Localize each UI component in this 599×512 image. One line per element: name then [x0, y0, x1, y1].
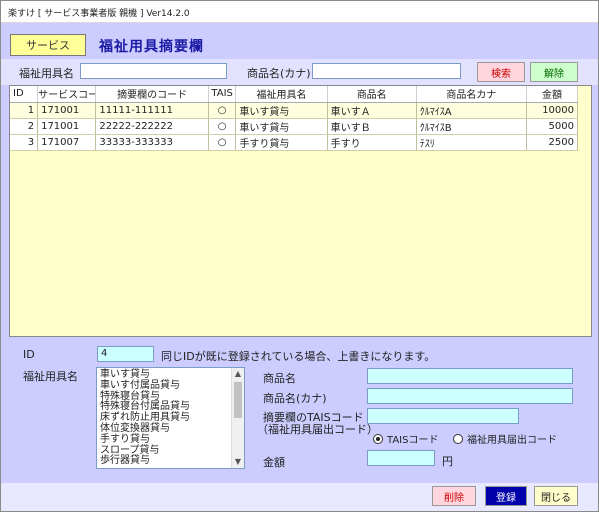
- table-row[interactable]: 3 171007 33333-333333 ○ 手すり貸与 手すり ﾃｽﾘ 2500: [10, 134, 578, 151]
- col-price-header[interactable]: 金額: [526, 86, 578, 103]
- id-input[interactable]: 4: [97, 346, 154, 362]
- col-id-cell: 2: [10, 118, 39, 135]
- table-body: 1 171001 11111-111111 ○ 車いす貸与 車いすＡ ｸﾙﾏｲｽA 10000…: [10, 102, 578, 151]
- app-window: 楽すけ [ サービス事業者版 親機 ] Ver14.2.0 サービス 福祉用具摘…: [0, 0, 599, 512]
- col-product-kana-header[interactable]: 商品名カナ: [416, 86, 528, 103]
- col-product-name-cell: 車いすＢ: [327, 118, 417, 135]
- col-product-name-header[interactable]: 商品名: [327, 86, 417, 103]
- product-label: 商品名: [263, 372, 296, 385]
- radio-tais-code[interactable]: TAISコード: [373, 431, 438, 446]
- col-product-kana-cell: ｸﾙﾏｲｽB: [416, 118, 528, 135]
- close-button[interactable]: 閉じる: [534, 486, 578, 506]
- kana-input[interactable]: [367, 388, 573, 404]
- search-kana-input[interactable]: [312, 63, 461, 79]
- col-id-header[interactable]: ID: [10, 86, 39, 103]
- tais-sub-label: （福祉用具届出コード）: [257, 423, 378, 436]
- col-service-code-cell: 171007: [37, 134, 97, 151]
- scroll-up-icon[interactable]: ▲: [232, 368, 244, 380]
- clear-button[interactable]: 解除: [530, 62, 578, 82]
- page-title: 福祉用具摘要欄: [99, 39, 204, 55]
- col-tais-header[interactable]: TAIS: [208, 86, 237, 103]
- service-button[interactable]: サービス: [10, 34, 86, 56]
- welfare-listbox[interactable]: 車いす貸与 車いす付属品貸与 特殊寝台貸与 特殊寝台付属品貸与 床ずれ防止用具貸与 体位変…: [96, 367, 245, 469]
- window-title: 楽すけ [ サービス事業者版 親機 ] Ver14.2.0: [8, 9, 190, 19]
- list-item[interactable]: 手すり貸与: [100, 434, 228, 446]
- col-summary-code-cell: 22222-222222: [95, 118, 209, 135]
- col-price-cell: 5000: [526, 118, 578, 135]
- col-product-kana-cell: ﾃｽﾘ: [416, 134, 528, 151]
- col-price-cell: 2500: [526, 134, 578, 151]
- col-service-code-header[interactable]: サービスコード: [37, 86, 97, 103]
- col-product-name-cell: 車いすＡ: [327, 102, 417, 119]
- col-welfare-name-cell: 車いす貸与: [235, 102, 328, 119]
- list-item[interactable]: 車いす付属品貸与: [100, 380, 228, 392]
- product-table: IDサービスコード摘要欄のコードTAIS福祉用具名商品名商品名カナ金額 1171…: [10, 86, 578, 151]
- kana-label: 商品名(カナ): [263, 392, 327, 405]
- radio-welfare-label: 福祉用具届出コード: [467, 435, 557, 446]
- col-welfare-name-header[interactable]: 福祉用具名: [235, 86, 328, 103]
- search-product-input[interactable]: [80, 63, 227, 79]
- search-button[interactable]: 検索: [477, 62, 525, 82]
- title-bar: 楽すけ [ サービス事業者版 親機 ] Ver14.2.0: [1, 1, 598, 23]
- scroll-down-icon[interactable]: ▼: [232, 456, 244, 468]
- col-id-cell: 3: [10, 134, 39, 151]
- radio-welfare-code[interactable]: 福祉用具届出コード: [453, 431, 557, 446]
- col-product-name-cell: 手すり: [327, 134, 417, 151]
- radio-tais-dot: [373, 433, 383, 444]
- price-input[interactable]: [367, 450, 435, 466]
- col-summary-code-cell: 11111-111111: [95, 102, 209, 119]
- col-welfare-name-cell: 車いす貸与: [235, 118, 328, 135]
- col-tais-cell: ○: [208, 134, 237, 151]
- header-band: [1, 23, 598, 59]
- col-service-code-cell: 171001: [37, 118, 97, 135]
- scroll-thumb[interactable]: [234, 382, 242, 418]
- col-summary-code-cell: 33333-333333: [95, 134, 209, 151]
- id-label: ID: [23, 348, 35, 361]
- id-overwrite-note: 同じIDが既に登録されている場合、上書きになります。: [161, 350, 436, 363]
- listbox-scrollbar[interactable]: ▲ ▼: [231, 368, 244, 468]
- search-product-label: 福祉用具名: [19, 67, 74, 80]
- col-summary-code-header[interactable]: 摘要欄のコード: [95, 86, 209, 103]
- delete-button[interactable]: 削除: [432, 486, 476, 506]
- col-tais-cell: ○: [208, 118, 237, 135]
- welfare-list: 車いす貸与 車いす付属品貸与 特殊寝台貸与 特殊寝台付属品貸与 床ずれ防止用具貸与 体位変…: [97, 368, 231, 468]
- price-label: 金額: [263, 456, 285, 469]
- radio-welfare-dot: [453, 433, 463, 444]
- list-item[interactable]: 歩行器貸与: [100, 456, 228, 467]
- product-grid[interactable]: IDサービスコード摘要欄のコードTAIS福祉用具名商品名商品名カナ金額 1171…: [9, 85, 592, 337]
- col-welfare-name-cell: 手すり貸与: [235, 134, 328, 151]
- col-product-kana-cell: ｸﾙﾏｲｽA: [416, 102, 528, 119]
- col-tais-cell: ○: [208, 102, 237, 119]
- col-price-cell: 10000: [526, 102, 578, 119]
- search-kana-label: 商品名(カナ): [247, 67, 311, 80]
- table-header: IDサービスコード摘要欄のコードTAIS福祉用具名商品名商品名カナ金額: [10, 86, 578, 103]
- table-row[interactable]: 1 171001 11111-111111 ○ 車いす貸与 車いすＡ ｸﾙﾏｲｽA 10000: [10, 102, 578, 119]
- col-id-cell: 1: [10, 102, 39, 119]
- col-service-code-cell: 171001: [37, 102, 97, 119]
- price-unit: 円: [442, 455, 453, 468]
- tais-input[interactable]: [367, 408, 519, 424]
- table-row[interactable]: 2 171001 22222-222222 ○ 車いす貸与 車いすＢ ｸﾙﾏｲｽB 5000: [10, 118, 578, 135]
- register-button[interactable]: 登録: [485, 486, 527, 506]
- product-input[interactable]: [367, 368, 573, 384]
- radio-tais-label: TAISコード: [387, 435, 439, 446]
- welfare-label: 福祉用具名: [23, 370, 78, 383]
